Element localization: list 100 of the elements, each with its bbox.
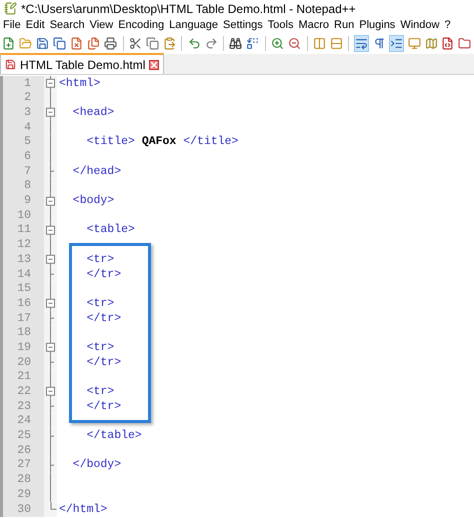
line-number: 16 bbox=[17, 298, 31, 310]
fold-line bbox=[50, 238, 51, 252]
copy-button[interactable] bbox=[145, 35, 160, 52]
line-number: 5 bbox=[24, 136, 31, 148]
line-number: 3 bbox=[24, 106, 31, 118]
menu-item[interactable]: Language bbox=[169, 16, 218, 34]
code-line: <tr> bbox=[86, 254, 114, 266]
zoom-out-button[interactable] bbox=[288, 35, 302, 52]
code-line: <html> bbox=[59, 78, 100, 90]
sync-horizontal-button[interactable] bbox=[329, 35, 344, 52]
fold-line bbox=[50, 90, 51, 106]
line-number: 17 bbox=[17, 312, 31, 324]
save-button[interactable] bbox=[36, 35, 50, 52]
line-number: 25 bbox=[17, 430, 31, 442]
fold-line bbox=[50, 443, 51, 458]
menu-item[interactable]: Encoding bbox=[118, 16, 164, 34]
fold-toggle-icon[interactable] bbox=[44, 222, 57, 238]
line-number: 29 bbox=[17, 488, 31, 500]
fold-line bbox=[50, 282, 51, 296]
fold-end-icon bbox=[50, 502, 57, 510]
zoom-in-button[interactable] bbox=[270, 35, 285, 52]
map-button[interactable] bbox=[424, 35, 438, 52]
line-number: 15 bbox=[17, 283, 31, 295]
line-number: 7 bbox=[24, 166, 31, 178]
menu-item[interactable]: File bbox=[3, 16, 21, 34]
indent-guide-button[interactable] bbox=[389, 35, 404, 52]
line-number: 18 bbox=[17, 327, 31, 339]
line-number: 30 bbox=[17, 504, 31, 516]
line-number: 4 bbox=[24, 122, 31, 134]
file-tab[interactable]: HTML Table Demo.html bbox=[0, 53, 164, 74]
fold-toggle-icon[interactable] bbox=[44, 340, 57, 356]
line-number: 21 bbox=[17, 371, 31, 383]
code-line: </tr> bbox=[86, 400, 122, 412]
close-all-button[interactable] bbox=[86, 35, 101, 52]
line-number: 23 bbox=[17, 400, 31, 412]
code-line: <table> bbox=[86, 224, 135, 236]
replace-button[interactable] bbox=[246, 35, 260, 52]
fold-line bbox=[50, 414, 51, 428]
code-line: <tr> bbox=[86, 386, 114, 398]
code-line: </table> bbox=[86, 430, 142, 442]
app-icon bbox=[4, 2, 17, 15]
line-number: 19 bbox=[17, 342, 31, 354]
print-button[interactable] bbox=[104, 35, 118, 52]
fold-toggle-icon[interactable] bbox=[44, 194, 57, 208]
monitor-button[interactable] bbox=[407, 35, 422, 52]
fold-line bbox=[50, 370, 51, 384]
line-number: 22 bbox=[17, 386, 31, 398]
code-line: </tr> bbox=[86, 268, 122, 280]
new-file-button[interactable] bbox=[2, 35, 16, 52]
menu-item[interactable]: Window bbox=[400, 16, 440, 34]
cut-button[interactable] bbox=[128, 35, 142, 52]
function-list-button[interactable] bbox=[440, 35, 455, 52]
word-wrap-button[interactable] bbox=[354, 35, 370, 52]
code-line: <tr> bbox=[86, 342, 114, 354]
fold-toggle-icon[interactable] bbox=[44, 252, 57, 267]
line-number: 28 bbox=[17, 474, 31, 486]
line-number: 26 bbox=[17, 444, 31, 456]
menu-item[interactable]: Macro bbox=[298, 16, 330, 34]
line-number: 8 bbox=[24, 180, 31, 192]
line-number: 12 bbox=[17, 239, 31, 251]
menu-item[interactable]: Settings bbox=[223, 16, 263, 34]
line-number: 6 bbox=[24, 151, 31, 163]
sync-vertical-button[interactable] bbox=[312, 35, 326, 52]
save-all-button[interactable] bbox=[52, 35, 67, 52]
line-number: 20 bbox=[17, 356, 31, 368]
line-number: 11 bbox=[17, 224, 31, 236]
fold-line bbox=[50, 326, 51, 340]
fold-toggle-icon[interactable] bbox=[44, 296, 57, 311]
close-file-button[interactable] bbox=[70, 35, 84, 52]
code-line: </tr> bbox=[86, 356, 122, 368]
menu-item[interactable]: Plugins bbox=[359, 16, 396, 34]
binoculars-button[interactable] bbox=[228, 35, 243, 52]
code-line: </body> bbox=[72, 459, 122, 471]
code-line: </head> bbox=[72, 166, 122, 178]
line-number: 9 bbox=[24, 195, 31, 207]
line-number: 10 bbox=[17, 210, 31, 222]
menu-item[interactable]: Run bbox=[334, 16, 354, 34]
code-line: <title> QAFox </title> bbox=[86, 136, 238, 148]
menu-item[interactable]: Edit bbox=[26, 16, 45, 34]
close-icon[interactable] bbox=[149, 60, 160, 70]
menu-item[interactable]: View bbox=[90, 16, 114, 34]
line-number: 24 bbox=[17, 415, 31, 427]
code-line: <tr> bbox=[86, 298, 114, 310]
fold-toggle-icon[interactable] bbox=[44, 105, 57, 120]
menu-item[interactable]: ? bbox=[444, 16, 451, 34]
fold-toggle-icon[interactable] bbox=[44, 76, 57, 91]
line-number: 1 bbox=[24, 78, 31, 90]
fold-toggle-icon[interactable] bbox=[44, 384, 57, 400]
window-title: *C:\Users\arunm\Desktop\HTML Table Demo.html - Notepad++ bbox=[21, 0, 356, 18]
code-line: <head> bbox=[72, 106, 114, 118]
line-number: 27 bbox=[17, 459, 31, 471]
code-line: </html> bbox=[59, 504, 108, 516]
code-line: </tr> bbox=[86, 312, 122, 324]
paste-button[interactable] bbox=[162, 35, 176, 52]
menu-item[interactable]: Search bbox=[50, 16, 85, 34]
menu-item[interactable]: Tools bbox=[268, 16, 294, 34]
line-number: 14 bbox=[17, 268, 31, 280]
fold-line bbox=[50, 208, 51, 223]
line-number: 2 bbox=[24, 92, 31, 104]
code-line: <body> bbox=[72, 195, 114, 207]
